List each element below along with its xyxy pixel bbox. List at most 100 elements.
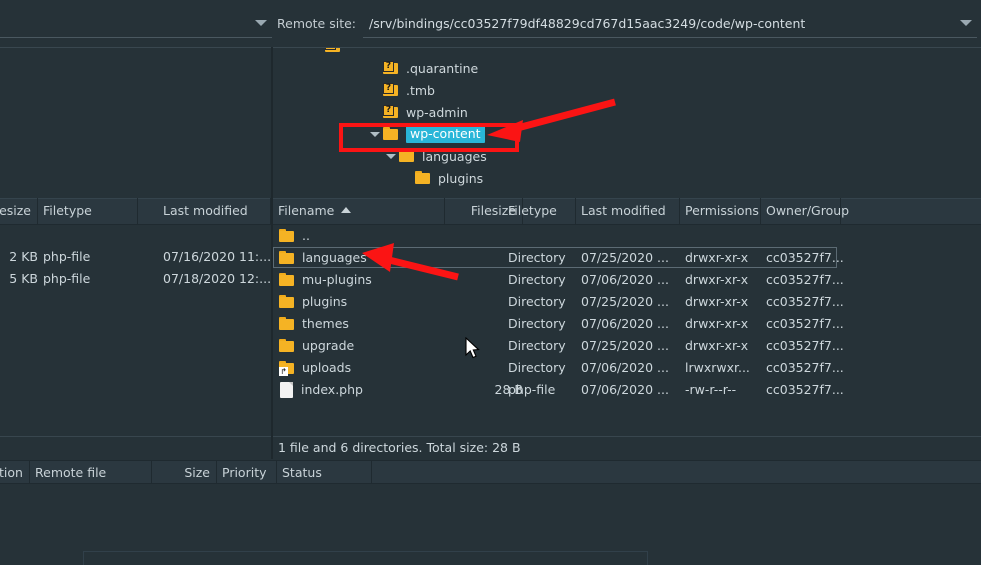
- column-header-filetype[interactable]: Filetype: [503, 198, 576, 224]
- table-row[interactable]: ..: [273, 225, 981, 247]
- queue-list[interactable]: [0, 484, 981, 565]
- column-header-label: tion: [0, 465, 23, 480]
- symlink-badge-icon: ↱: [279, 367, 288, 376]
- tree-item[interactable]: ? .tmb: [273, 79, 981, 101]
- tree-item[interactable]: wp-content: [273, 123, 981, 145]
- cell-filename: mu-plugins: [273, 269, 451, 291]
- cell-filetype: php-file: [43, 249, 91, 264]
- remote-site-value[interactable]: /srv/bindings/cc03527f79df48829cd767d15a…: [363, 16, 955, 31]
- cell-permissions: drwxr-xr-x: [685, 338, 749, 353]
- table-row[interactable]: 5 KB php-file 07/18/2020 12:...: [0, 268, 271, 290]
- remote-site-label: Remote site:: [277, 16, 356, 31]
- cell-permissions: drwxr-xr-x: [685, 294, 749, 309]
- cell-filetype: Directory: [508, 272, 566, 287]
- column-header-label: Last modified: [163, 203, 248, 218]
- table-row[interactable]: languages Directory 07/25/2020 ... drwxr-xr…: [273, 247, 981, 269]
- folder-icon: [279, 251, 295, 265]
- tree-item[interactable]: ? wp-admin: [273, 101, 981, 123]
- column-header-owner[interactable]: Owner/Group: [761, 198, 849, 224]
- column-header-priority[interactable]: Priority: [217, 461, 277, 484]
- column-header-modified[interactable]: Last modified: [576, 198, 680, 224]
- cell-filetype: [38, 224, 143, 246]
- table-row[interactable]: index.php 28 Bphp-file 07/06/2020 ... -rw-r…: [273, 379, 981, 401]
- folder-icon: ?: [325, 48, 341, 53]
- filename-label: upgrade: [302, 338, 355, 353]
- folder-icon: ?: [383, 83, 399, 97]
- folder-icon: [383, 127, 399, 141]
- filename-label: uploads: [302, 360, 352, 375]
- cell-modified: [158, 224, 276, 246]
- column-header-permissions[interactable]: Permissions: [680, 198, 761, 224]
- cell-permissions: -rw-r--r--: [685, 382, 737, 397]
- table-row[interactable]: upgrade Directory 07/25/2020 ... drwxr-xr-x…: [273, 335, 981, 357]
- cell-modified: 07/06/2020 ...: [581, 316, 669, 331]
- remote-status-bar: 1 file and 6 directories. Total size: 28…: [273, 436, 981, 458]
- cell-filetype: Directory: [508, 294, 566, 309]
- chevron-down-icon[interactable]: [250, 20, 272, 26]
- cell-owner: cc03527f7...: [766, 250, 844, 265]
- unknown-permission-badge-icon: ?: [383, 61, 394, 72]
- tree-item[interactable]: plugins: [273, 167, 981, 189]
- column-header-size[interactable]: Size: [152, 461, 217, 484]
- column-header-label: Status: [282, 465, 322, 480]
- column-header-filename[interactable]: Filename: [273, 198, 445, 224]
- tree-item[interactable]: ?: [273, 48, 981, 57]
- cell-filename: ..: [273, 225, 451, 247]
- column-header-filesize[interactable]: esize: [0, 198, 38, 224]
- cell-modified: 07/06/2020 ...: [581, 360, 669, 375]
- cell-owner: cc03527f7...: [766, 316, 844, 331]
- table-row[interactable]: [0, 224, 271, 246]
- column-header-label: Permissions: [685, 203, 759, 218]
- cell-permissions: lrwxrwxr...: [685, 360, 750, 375]
- symlink-folder-icon: ↱: [279, 361, 295, 376]
- expander-placeholder: [399, 167, 415, 189]
- remote-directory-tree[interactable]: ?? .quarantine? .tmb? wp-admin wp-content lan…: [273, 48, 981, 195]
- table-row[interactable]: ↱ uploads Directory 07/06/2020 ... lrwxrwxr.…: [273, 357, 981, 379]
- folder-icon: [279, 229, 295, 243]
- cell-modified: [576, 225, 685, 247]
- table-row[interactable]: themes Directory 07/06/2020 ... drwxr-xr-x c…: [273, 313, 981, 335]
- filename-label: mu-plugins: [302, 272, 372, 287]
- filename-label: languages: [302, 250, 367, 265]
- cell-filename: index.php: [273, 379, 451, 401]
- expander-placeholder: [367, 101, 383, 123]
- column-header-remotefile[interactable]: Remote file: [30, 461, 152, 484]
- table-row[interactable]: plugins Directory 07/25/2020 ... drwxr-xr-x…: [273, 291, 981, 313]
- local-list-header[interactable]: esize Filetype Last modified: [0, 198, 271, 225]
- local-status-bar: [0, 436, 271, 458]
- unknown-permission-badge-icon: ?: [383, 83, 394, 94]
- expander-collapse-icon[interactable]: [383, 145, 399, 167]
- cell-permissions: drwxr-xr-x: [685, 272, 749, 287]
- column-header-label: Remote file: [35, 465, 107, 480]
- remote-site-combo[interactable]: /srv/bindings/cc03527f79df48829cd767d15a…: [363, 9, 977, 38]
- table-row[interactable]: 2 KB php-file 07/16/2020 11:...: [0, 246, 271, 268]
- table-row[interactable]: mu-plugins Directory 07/06/2020 ... drwxr-x…: [273, 269, 981, 291]
- filename-label: ..: [302, 228, 310, 243]
- cell-owner: [761, 225, 846, 247]
- column-header-modified[interactable]: Last modified: [158, 198, 271, 224]
- remote-list-header[interactable]: Filename Filesize Filetype Last modified Per…: [273, 198, 981, 225]
- expander-placeholder: [309, 48, 325, 57]
- column-header-status[interactable]: Status: [277, 461, 372, 484]
- tree-item-label: languages: [422, 148, 487, 164]
- remote-file-list-panel: Filename Filesize Filetype Last modified Per…: [273, 198, 981, 431]
- local-file-list[interactable]: 2 KB php-file 07/16/2020 11:... 5 KB php-fil…: [0, 224, 271, 431]
- local-site-value: p/: [0, 16, 250, 31]
- cell-filetype: Directory: [508, 250, 566, 265]
- local-site-combo[interactable]: p/: [0, 9, 272, 38]
- column-header-filetype[interactable]: Filetype: [38, 198, 138, 224]
- cell-permissions: drwxr-xr-x: [685, 316, 749, 331]
- expander-collapse-icon[interactable]: [367, 123, 383, 145]
- column-header-label: Filetype: [508, 203, 557, 218]
- column-header-label: Filetype: [43, 203, 92, 218]
- remote-file-list[interactable]: .. languages Directory 07/25/2020 ... drwxr-…: [273, 225, 981, 401]
- cell-filetype: php-file: [508, 382, 556, 397]
- cell-modified: 07/25/2020 ...: [581, 294, 669, 309]
- column-header-direction[interactable]: tion: [0, 461, 30, 484]
- queue-header[interactable]: tion Remote file Size Priority Status: [0, 460, 981, 484]
- cell-filetype: Directory: [508, 316, 566, 331]
- tree-item[interactable]: languages: [273, 145, 981, 167]
- unknown-permission-badge-icon: ?: [383, 105, 394, 116]
- tree-item[interactable]: ? .quarantine: [273, 57, 981, 79]
- chevron-down-icon[interactable]: [955, 20, 977, 26]
